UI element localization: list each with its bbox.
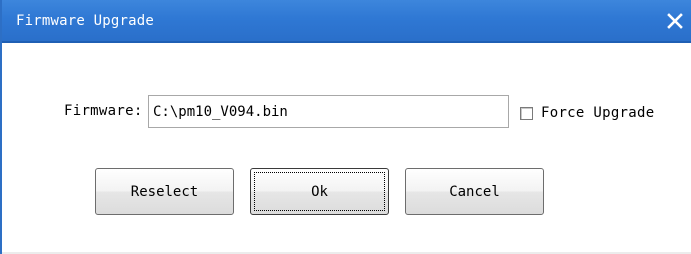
reselect-button-label: Reselect bbox=[130, 183, 199, 200]
cancel-button[interactable]: Cancel bbox=[405, 168, 544, 215]
reselect-button[interactable]: Reselect bbox=[95, 168, 234, 215]
close-button[interactable] bbox=[662, 8, 688, 34]
force-upgrade-option[interactable]: Force Upgrade bbox=[520, 104, 654, 122]
cancel-button-label: Cancel bbox=[449, 183, 500, 200]
focus-rectangle bbox=[254, 172, 385, 211]
firmware-label: Firmware: bbox=[64, 103, 143, 119]
firmware-upgrade-dialog: Firmware Upgrade Firmware: Force Upgrade… bbox=[0, 0, 691, 254]
close-icon bbox=[667, 13, 683, 29]
ok-button[interactable]: Ok bbox=[250, 168, 389, 215]
window-title: Firmware Upgrade bbox=[16, 13, 155, 29]
firmware-path-input[interactable] bbox=[148, 95, 509, 128]
force-upgrade-label[interactable]: Force Upgrade bbox=[541, 105, 654, 121]
force-upgrade-checkbox[interactable] bbox=[520, 106, 533, 120]
title-bar[interactable]: Firmware Upgrade bbox=[2, 0, 691, 43]
